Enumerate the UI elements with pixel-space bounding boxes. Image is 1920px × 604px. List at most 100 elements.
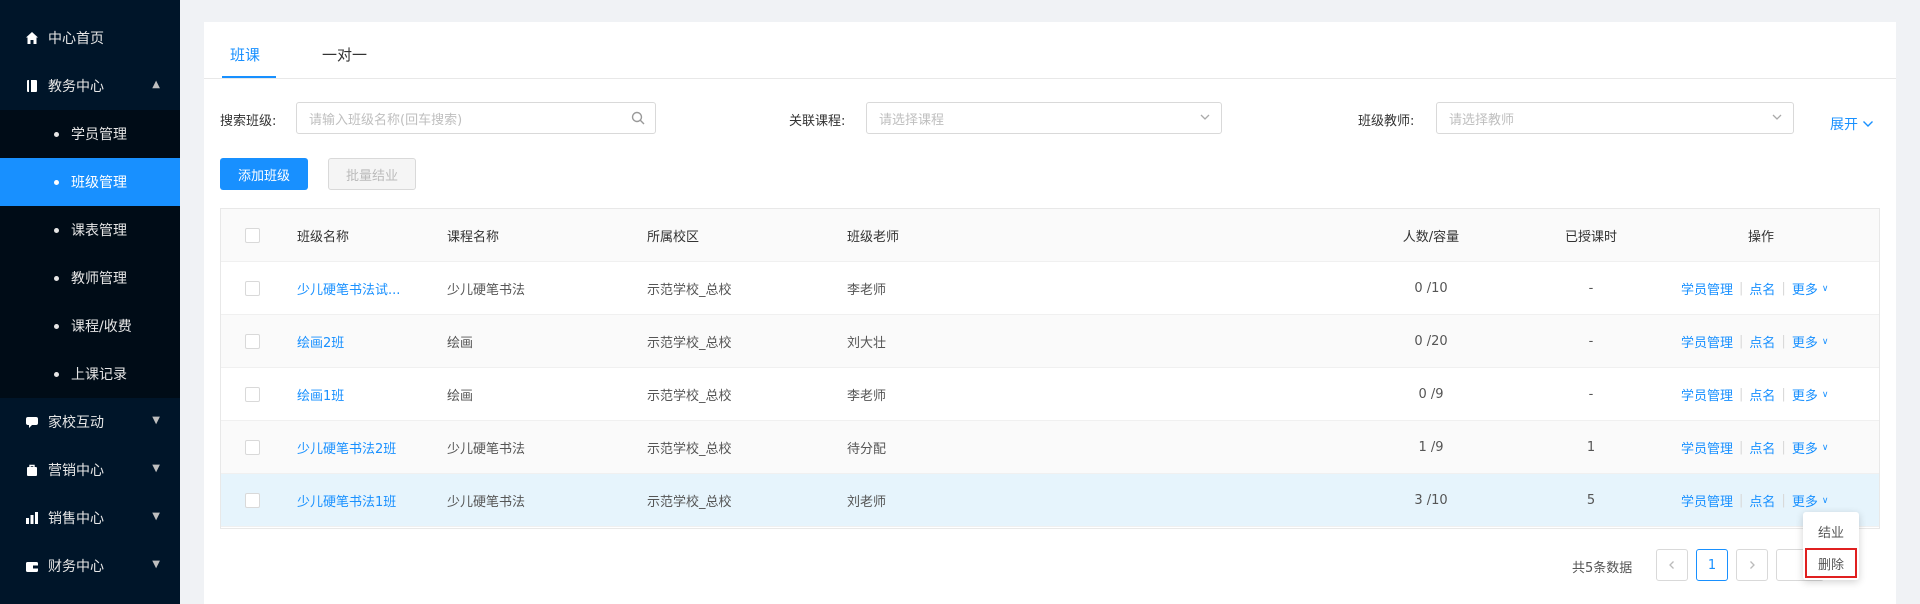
table-row: 少儿硬笔书法2班 少儿硬笔书法 示范学校_总校 待分配 1 /9 1 学员管理 |… (221, 421, 1879, 474)
course-select[interactable]: 请选择课程 (866, 102, 1222, 134)
class-name-link[interactable]: 少儿硬笔书法试... (297, 262, 400, 315)
sidebar-subitem-label: 上课记录 (71, 367, 127, 383)
more-link[interactable]: 更多 (1792, 332, 1818, 351)
teacher: 李老师 (847, 389, 887, 404)
col-capacity: 人数/容量 (1402, 230, 1460, 245)
sidebar-item-courses[interactable]: 课程/收费 (0, 302, 180, 350)
separator: | (1739, 387, 1744, 402)
student-manage-link[interactable]: 学员管理 (1681, 332, 1733, 351)
sidebar-item-label: 营销中心 (48, 463, 104, 479)
campus: 示范学校_总校 (647, 495, 732, 510)
rollcall-link[interactable]: 点名 (1749, 279, 1775, 298)
chevron-down-icon (1863, 121, 1874, 127)
student-manage-link[interactable]: 学员管理 (1681, 438, 1733, 457)
prev-page-button[interactable] (1656, 549, 1688, 581)
row-actions: 学员管理 | 点名 | 更多 ∨ (1681, 315, 1828, 368)
sidebar-item-marketing[interactable]: 营销中心 ▼ (0, 446, 180, 494)
more-link[interactable]: 更多 (1792, 385, 1818, 404)
separator: | (1739, 334, 1744, 349)
sidebar-subitem-label: 学员管理 (71, 127, 127, 143)
capacity: 1 /9 (1418, 440, 1444, 455)
bullet-icon (54, 227, 59, 233)
chevron-down-icon (1771, 111, 1783, 126)
table-row: 少儿硬笔书法试... 少儿硬笔书法 示范学校_总校 李老师 0 /10 - 学员… (221, 262, 1879, 315)
row-checkbox[interactable] (245, 387, 260, 402)
batch-graduate-button[interactable]: 批量结业 (328, 158, 416, 190)
rollcall-link[interactable]: 点名 (1749, 438, 1775, 457)
course-name: 绘画 (447, 336, 474, 351)
teacher: 刘大壮 (847, 336, 887, 351)
row-checkbox[interactable] (245, 334, 260, 349)
home-icon (24, 30, 40, 46)
campus: 示范学校_总校 (647, 283, 732, 298)
bullet-icon (54, 275, 59, 281)
sidebar-item-home-school[interactable]: 家校互动 ▼ (0, 398, 180, 446)
course-select-placeholder: 请选择课程 (879, 112, 945, 128)
chevron-down-icon: ▼ (152, 511, 160, 522)
chevron-down-icon: ∨ (1821, 495, 1829, 506)
sidebar: 中心首页 教务中心 ▲ 学员管理 班级管理 课表管理 教师管理 课程/收费 上课… (0, 0, 180, 604)
rollcall-link[interactable]: 点名 (1749, 385, 1775, 404)
class-name-link[interactable]: 少儿硬笔书法1班 (297, 474, 396, 527)
capacity: 0 /20 (1414, 334, 1448, 349)
sidebar-item-label: 家校互动 (48, 415, 104, 431)
class-name-link[interactable]: 绘画1班 (297, 368, 344, 421)
next-page-button[interactable] (1736, 549, 1768, 581)
sidebar-item-schedule[interactable]: 课表管理 (0, 206, 180, 254)
table-row: 绘画1班 绘画 示范学校_总校 李老师 0 /9 - 学员管理 | 点名 | 更多 ∨ (221, 368, 1879, 421)
separator: | (1781, 387, 1786, 402)
bullet-icon (54, 179, 59, 185)
delete-menu-item[interactable]: 删除 (1805, 548, 1857, 578)
more-link[interactable]: 更多 (1792, 438, 1818, 457)
row-checkbox[interactable] (245, 493, 260, 508)
table-row: 少儿硬笔书法1班 少儿硬笔书法 示范学校_总校 刘老师 3 /10 5 学员管理… (221, 474, 1879, 527)
student-manage-link[interactable]: 学员管理 (1681, 385, 1733, 404)
sidebar-item-home[interactable]: 中心首页 (0, 14, 180, 62)
teacher-select[interactable]: 请选择教师 (1436, 102, 1794, 134)
search-icon[interactable] (631, 111, 645, 128)
chevron-up-icon: ▲ (152, 79, 160, 90)
chevron-down-icon: ▼ (152, 463, 160, 474)
expand-label: 展开 (1830, 117, 1858, 133)
student-manage-link[interactable]: 学员管理 (1681, 491, 1733, 510)
sidebar-item-finance[interactable]: 财务中心 ▼ (0, 542, 180, 590)
class-table: 班级名称 课程名称 所属校区 班级老师 人数/容量 已授课时 操作 少儿硬笔书法… (220, 208, 1880, 529)
bullet-icon (54, 371, 59, 377)
graduate-menu-item[interactable]: 结业 (1803, 516, 1859, 546)
sidebar-item-teachers[interactable]: 教师管理 (0, 254, 180, 302)
sidebar-subitem-label: 教师管理 (71, 271, 127, 287)
rollcall-link[interactable]: 点名 (1749, 332, 1775, 351)
row-checkbox[interactable] (245, 281, 260, 296)
main-panel: 班课 一对一 搜索班级: 请输入班级名称(回车搜索) 关联课程: 请选择课程 班… (204, 22, 1896, 604)
more-link[interactable]: 更多 (1792, 491, 1818, 510)
row-checkbox[interactable] (245, 440, 260, 455)
chevron-down-icon: ∨ (1821, 283, 1829, 294)
student-manage-link[interactable]: 学员管理 (1681, 279, 1733, 298)
page-button-current[interactable]: 1 (1696, 549, 1728, 581)
class-name-link[interactable]: 绘画2班 (297, 315, 344, 368)
sidebar-item-sales[interactable]: 销售中心 ▼ (0, 494, 180, 542)
more-link[interactable]: 更多 (1792, 279, 1818, 298)
expand-filters-link[interactable]: 展开 (1830, 114, 1874, 134)
sidebar-item-records[interactable]: 上课记录 (0, 350, 180, 398)
more-dropdown-menu: 结业 删除 (1803, 512, 1859, 580)
search-class-input[interactable]: 请输入班级名称(回车搜索) (296, 102, 656, 134)
rollcall-link[interactable]: 点名 (1749, 491, 1775, 510)
separator: | (1781, 334, 1786, 349)
sidebar-item-classes[interactable]: 班级管理 (0, 158, 180, 206)
course-name: 少儿硬笔书法 (447, 495, 526, 510)
tab-active-indicator (222, 76, 276, 78)
tab-one-on-one[interactable]: 一对一 (322, 44, 367, 65)
tab-bar: 班课 一对一 (204, 22, 1896, 79)
tab-class-course[interactable]: 班课 (230, 44, 260, 65)
table-header: 班级名称 课程名称 所属校区 班级老师 人数/容量 已授课时 操作 (221, 209, 1879, 262)
separator: | (1739, 281, 1744, 296)
add-class-button[interactable]: 添加班级 (220, 158, 308, 190)
sidebar-item-students[interactable]: 学员管理 (0, 110, 180, 158)
select-all-checkbox[interactable] (245, 228, 260, 243)
col-course-name: 课程名称 (447, 230, 500, 245)
wallet-icon (24, 558, 40, 574)
course-name: 绘画 (447, 389, 474, 404)
class-name-link[interactable]: 少儿硬笔书法2班 (297, 421, 396, 474)
sidebar-item-academic[interactable]: 教务中心 ▲ (0, 62, 180, 110)
